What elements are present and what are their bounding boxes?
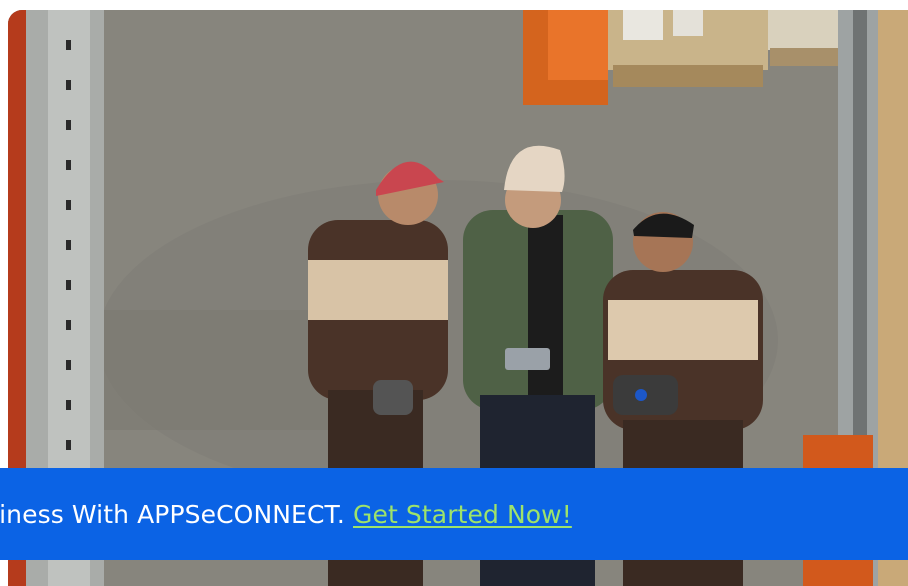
promo-banner-text: siness With APPSeCONNECT. Get Started No…: [0, 500, 572, 529]
get-started-link[interactable]: Get Started Now!: [353, 500, 572, 529]
promo-banner: siness With APPSeCONNECT. Get Started No…: [0, 468, 908, 560]
promo-message: siness With APPSeCONNECT.: [0, 500, 353, 529]
